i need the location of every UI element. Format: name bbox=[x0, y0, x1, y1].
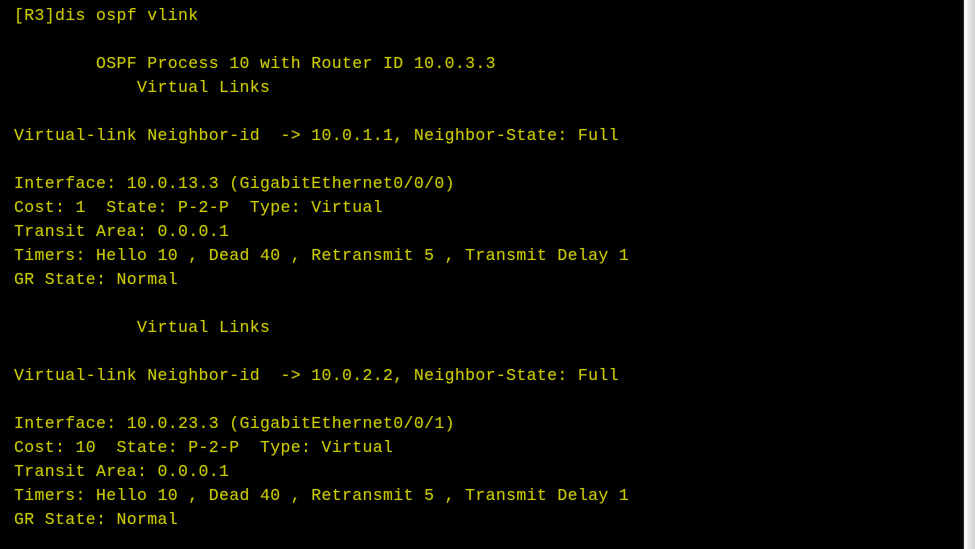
vlink-2-timers-line: Timers: Hello 10 , Dead 40 , Retransmit … bbox=[14, 486, 630, 505]
vlink-2-gr-state-line: GR State: Normal bbox=[14, 510, 179, 529]
vlink-2-neighbor-line: Virtual-link Neighbor-id -> 10.0.2.2, Ne… bbox=[14, 366, 619, 385]
virtual-links-title-2: Virtual Links bbox=[14, 318, 271, 337]
vlink-2-interface-line: Interface: 10.0.23.3 (GigabitEthernet0/0… bbox=[14, 414, 455, 433]
vlink-1-transit-area-line: Transit Area: 0.0.0.1 bbox=[14, 222, 230, 241]
vlink-1-gr-state-line: GR State: Normal bbox=[14, 270, 179, 289]
vlink-1-cost-state-type-line: Cost: 1 State: P-2-P Type: Virtual bbox=[14, 198, 384, 217]
vlink-1-neighbor-line: Virtual-link Neighbor-id -> 10.0.1.1, Ne… bbox=[14, 126, 619, 145]
vlink-1-timers-line: Timers: Hello 10 , Dead 40 , Retransmit … bbox=[14, 246, 630, 265]
prompt-line: [R3]dis ospf vlink bbox=[14, 6, 199, 25]
scrollbar-thumb[interactable] bbox=[965, 0, 975, 549]
console-output[interactable]: [R3]dis ospf vlink OSPF Process 10 with … bbox=[14, 4, 963, 532]
vertical-scrollbar[interactable] bbox=[963, 0, 975, 549]
terminal-window: [R3]dis ospf vlink OSPF Process 10 with … bbox=[0, 0, 975, 549]
vlink-1-interface-line: Interface: 10.0.13.3 (GigabitEthernet0/0… bbox=[14, 174, 455, 193]
ospf-process-header: OSPF Process 10 with Router ID 10.0.3.3 bbox=[14, 54, 496, 73]
terminal-screen[interactable]: [R3]dis ospf vlink OSPF Process 10 with … bbox=[0, 0, 963, 549]
vlink-2-transit-area-line: Transit Area: 0.0.0.1 bbox=[14, 462, 230, 481]
virtual-links-title-1: Virtual Links bbox=[14, 78, 271, 97]
vlink-2-cost-state-type-line: Cost: 10 State: P-2-P Type: Virtual bbox=[14, 438, 394, 457]
